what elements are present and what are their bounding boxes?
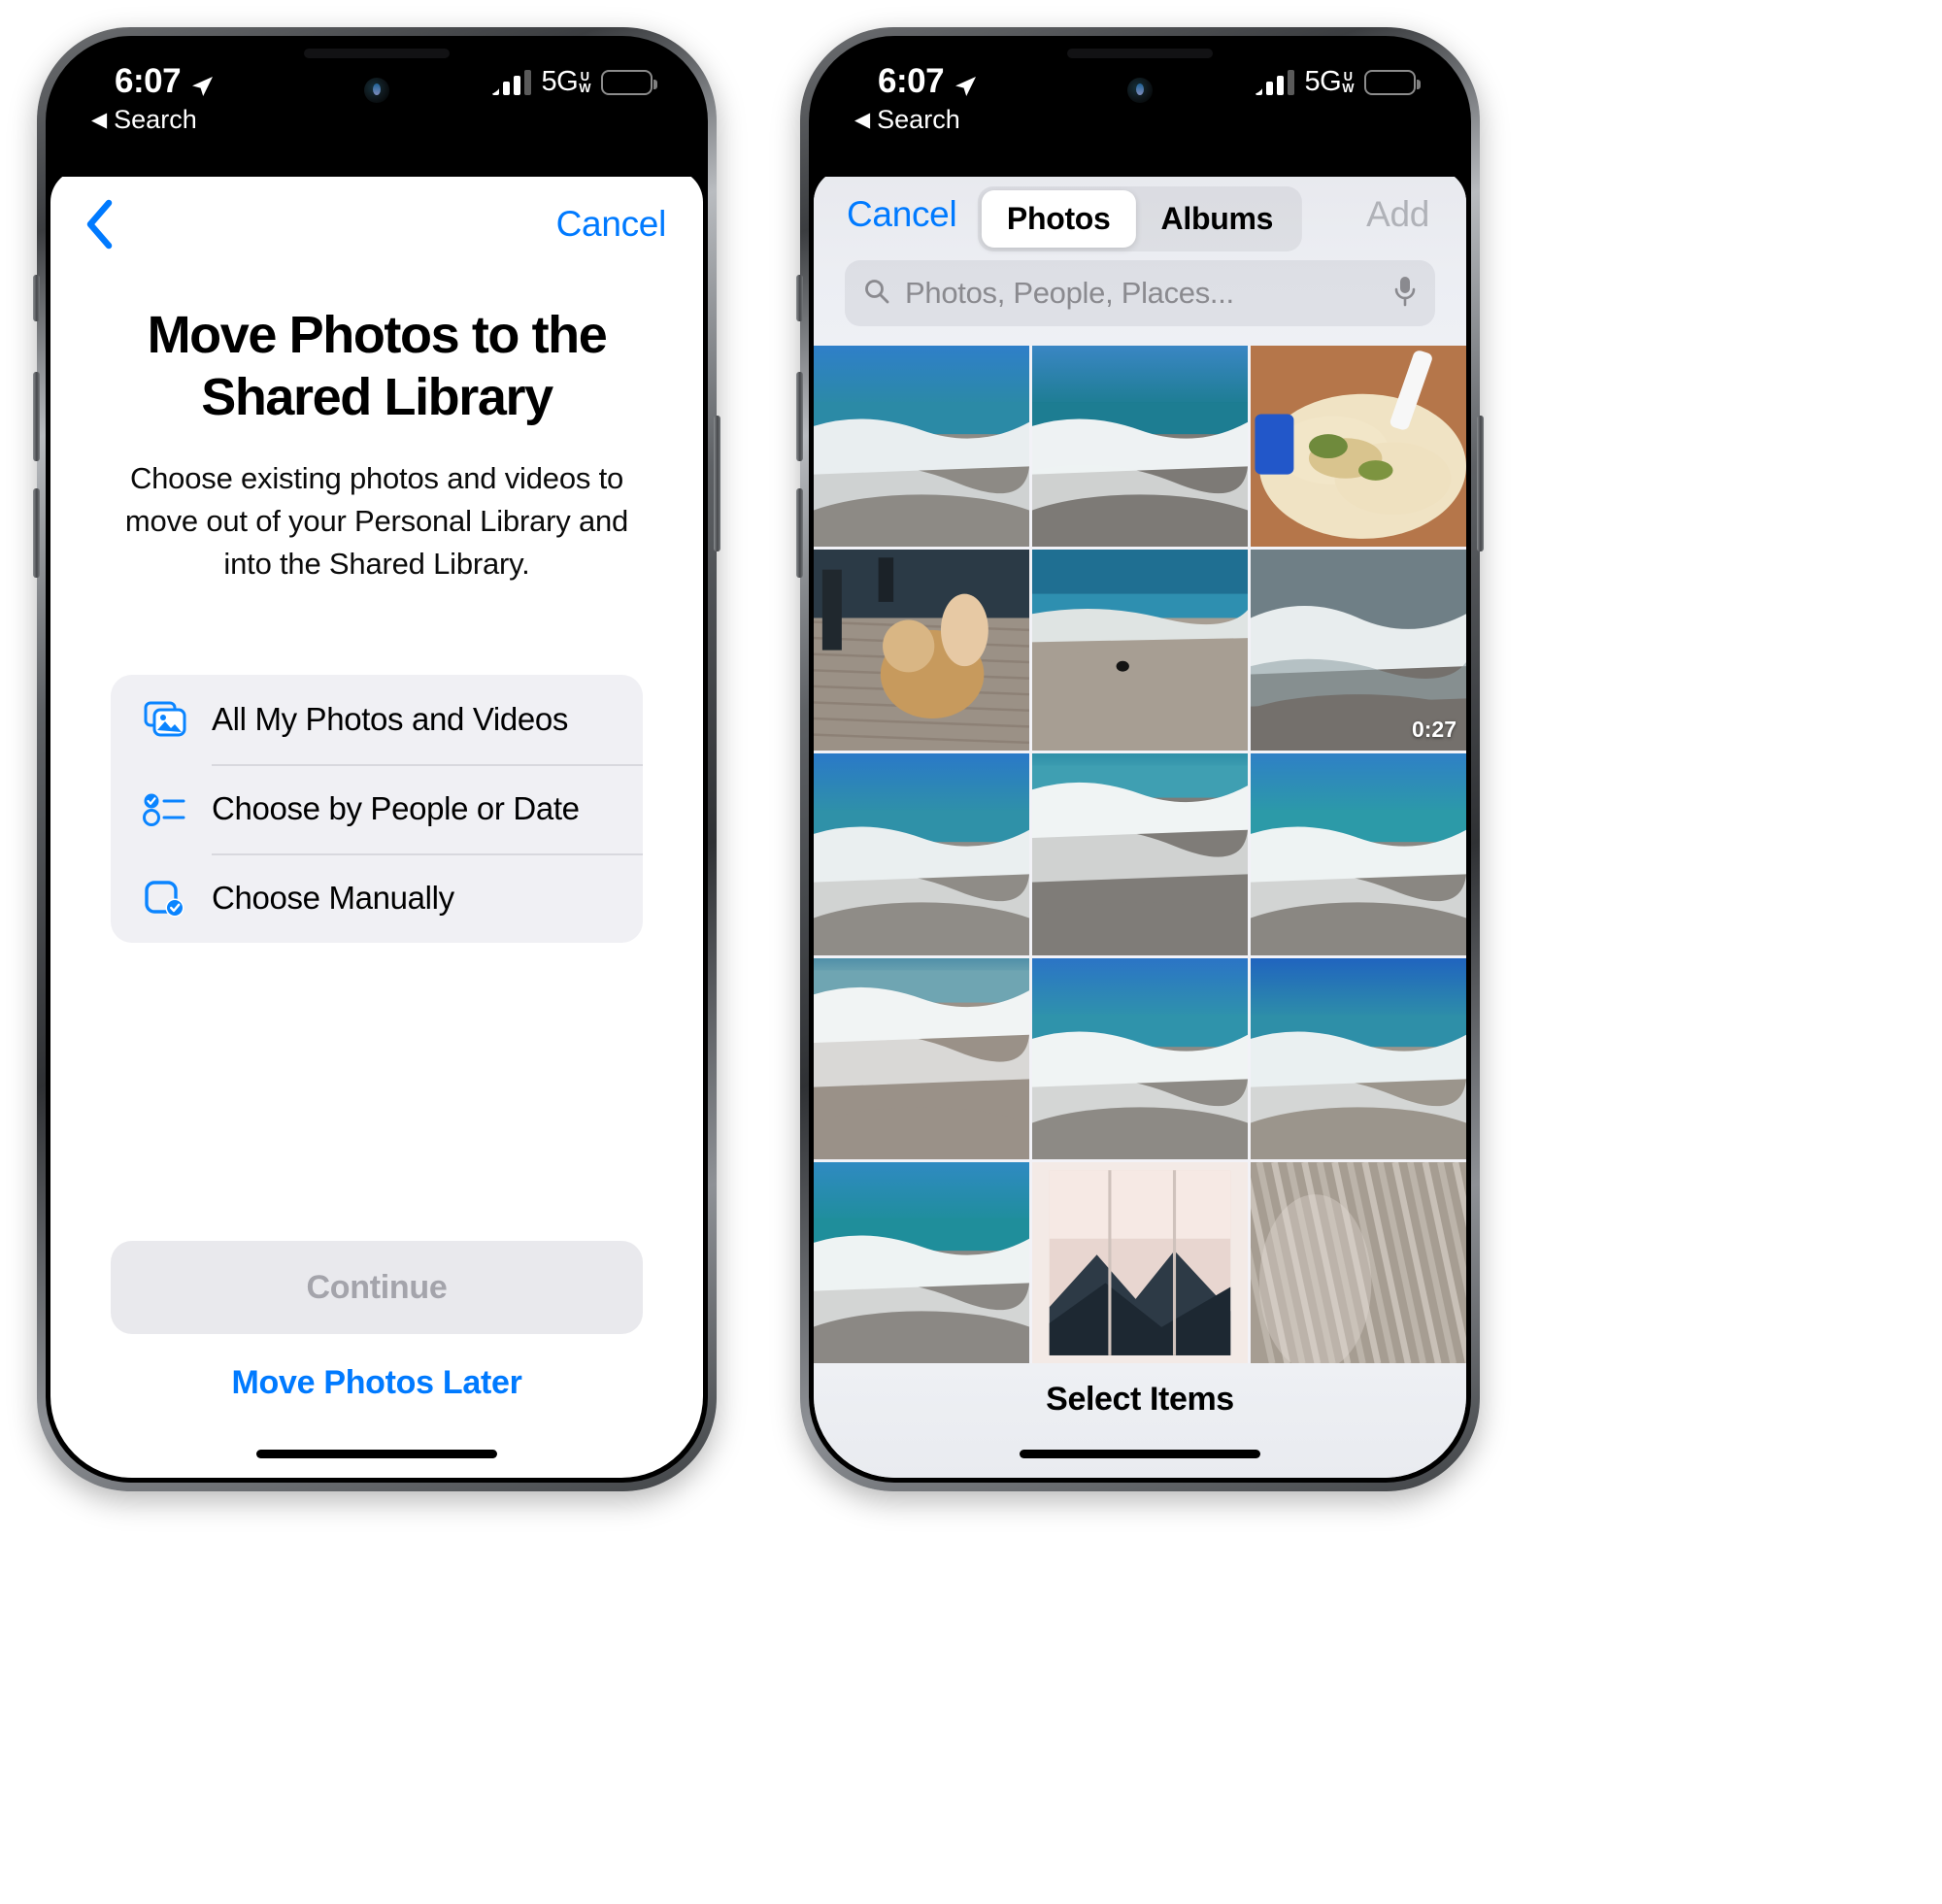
triangle-left-icon: ◀ — [854, 109, 871, 131]
sheet-navbar: Cancel — [50, 169, 703, 278]
home-indicator[interactable] — [1020, 1450, 1260, 1458]
network-type-label: 5G U W — [541, 66, 591, 97]
status-bar-right: 6:07 5G U W ◀ Search — [814, 41, 1466, 177]
magnifier-icon — [862, 277, 891, 311]
photo-thumbnail[interactable] — [1032, 550, 1248, 752]
search-field[interactable]: Photos, People, Places... — [845, 260, 1435, 326]
select-items-label: Select Items — [1046, 1381, 1234, 1418]
photo-thumbnail[interactable] — [1251, 346, 1466, 548]
photo-thumbnail[interactable]: 0:27 — [1251, 550, 1466, 752]
sheet-stack-left: Cancel Move Photos to the Shared Library… — [50, 41, 703, 1478]
options-list: All My Photos and Videos Choose by Peopl… — [111, 675, 643, 944]
earpiece-speaker — [1067, 49, 1213, 58]
photo-thumbnail[interactable] — [1251, 753, 1466, 955]
silent-switch[interactable] — [33, 275, 40, 321]
volume-up-button[interactable] — [796, 372, 803, 461]
photo-thumbnail[interactable] — [814, 346, 1029, 548]
phone-left: Cancel Move Photos to the Shared Library… — [33, 27, 720, 1491]
location-arrow-icon — [953, 69, 978, 96]
cancel-button[interactable]: Cancel — [847, 194, 957, 235]
microphone-icon[interactable] — [1392, 275, 1418, 313]
video-duration-label: 0:27 — [1411, 717, 1456, 743]
photo-thumbnail[interactable] — [1032, 753, 1248, 955]
photo-thumbnail[interactable] — [1032, 1161, 1248, 1363]
volume-up-button[interactable] — [33, 372, 40, 461]
option-label: All My Photos and Videos — [212, 701, 569, 738]
option-label: Choose Manually — [212, 880, 454, 917]
status-time: 6:07 — [115, 62, 215, 101]
back-app-label: Search — [877, 105, 960, 134]
page-title: Move Photos to the Shared Library — [147, 306, 608, 426]
photo-thumbnail[interactable] — [1032, 957, 1248, 1159]
location-arrow-icon — [189, 69, 215, 96]
status-indicators: 5G U W — [491, 66, 657, 98]
screenshot-root: Cancel Move Photos to the Shared Library… — [0, 0, 1942, 1904]
back-app-label: Search — [114, 105, 197, 134]
photo-thumbnail[interactable] — [814, 550, 1029, 752]
tab-photos[interactable]: Photos — [981, 190, 1136, 248]
move-photos-sheet: Cancel Move Photos to the Shared Library… — [50, 169, 703, 1478]
continue-button[interactable]: Continue — [111, 1241, 643, 1334]
photo-thumbnail[interactable] — [1032, 346, 1248, 548]
page-description: Choose existing photos and videos to mov… — [124, 461, 629, 582]
cancel-button[interactable]: Cancel — [556, 204, 667, 245]
photo-thumbnail[interactable] — [814, 753, 1029, 955]
sheet-stack-right: Cancel Add Photos Albums Photos, People,… — [814, 41, 1466, 1478]
time-label: 6:07 — [115, 62, 182, 100]
phone-bezel: Cancel Add Photos Albums Photos, People,… — [809, 36, 1471, 1483]
square-check-badge-icon — [140, 879, 190, 918]
segmented-control[interactable]: Photos Albums — [977, 186, 1303, 251]
option-choose-by-people-or-date[interactable]: Choose by People or Date — [111, 764, 643, 853]
silent-switch[interactable] — [796, 275, 803, 321]
back-to-app-link[interactable]: ◀ Search — [91, 105, 197, 135]
add-button[interactable]: Add — [1366, 194, 1429, 235]
photo-thumbnail[interactable] — [1251, 1161, 1466, 1363]
status-bar-left: 6:07 5G U W ◀ Search — [50, 41, 703, 177]
back-to-app-link[interactable]: ◀ Search — [854, 105, 960, 135]
time-label: 6:07 — [878, 62, 945, 100]
option-label: Choose by People or Date — [212, 790, 580, 827]
volume-down-button[interactable] — [796, 488, 803, 578]
checklist-icon — [140, 789, 190, 828]
power-button[interactable] — [1477, 416, 1484, 551]
front-camera-icon — [364, 78, 389, 103]
move-photos-later-button[interactable]: Move Photos Later — [50, 1364, 703, 1402]
photo-stack-icon — [140, 700, 190, 739]
option-choose-manually[interactable]: Choose Manually — [111, 853, 643, 943]
photo-thumbnail[interactable] — [814, 957, 1029, 1159]
screen-left: Cancel Move Photos to the Shared Library… — [50, 41, 703, 1478]
front-camera-icon — [1127, 78, 1153, 103]
picker-navbar: Cancel Add Photos Albums Photos, People,… — [814, 169, 1466, 346]
photo-thumbnail[interactable] — [814, 1161, 1029, 1363]
photo-grid[interactable]: 0:27 — [814, 346, 1466, 1363]
earpiece-speaker — [304, 49, 450, 58]
option-all-my-photos[interactable]: All My Photos and Videos — [111, 675, 643, 764]
tab-albums[interactable]: Albums — [1136, 190, 1299, 248]
home-indicator[interactable] — [256, 1450, 497, 1458]
status-indicators: 5G U W — [1255, 66, 1421, 98]
phone-right: Cancel Add Photos Albums Photos, People,… — [796, 27, 1484, 1491]
power-button[interactable] — [714, 416, 720, 551]
screen-right: Cancel Add Photos Albums Photos, People,… — [814, 41, 1466, 1478]
search-placeholder: Photos, People, Places... — [905, 276, 1234, 310]
battery-icon — [1364, 69, 1421, 95]
picker-bottom-bar[interactable]: Select Items — [814, 1363, 1466, 1478]
photo-thumbnail[interactable] — [1251, 957, 1466, 1159]
network-suffix: U W — [579, 68, 590, 95]
chevron-left-icon[interactable] — [84, 198, 117, 251]
status-time: 6:07 — [878, 62, 978, 101]
photo-picker-sheet: Cancel Add Photos Albums Photos, People,… — [814, 169, 1466, 1478]
network-type-label: 5G U W — [1304, 66, 1355, 97]
battery-icon — [601, 69, 657, 95]
network-suffix: U W — [1342, 68, 1354, 95]
triangle-left-icon: ◀ — [91, 109, 108, 131]
phone-bezel: Cancel Move Photos to the Shared Library… — [46, 36, 708, 1483]
volume-down-button[interactable] — [33, 488, 40, 578]
